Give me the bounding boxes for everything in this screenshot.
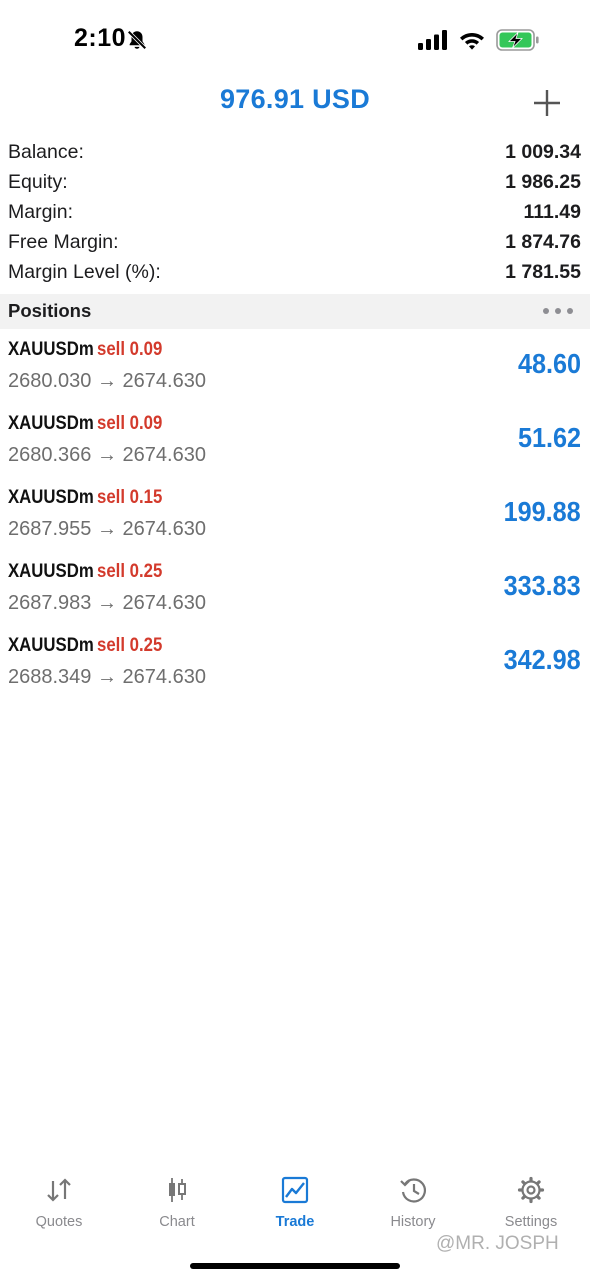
history-icon [400,1178,426,1203]
summary-label: Margin: [8,201,74,223]
position-row[interactable]: XAUUSDm sell 0.15 2687.955 → 2674.630 19… [0,478,590,552]
position-row[interactable]: XAUUSDm sell 0.09 2680.030 → 2674.630 48… [0,330,590,404]
tab-settings[interactable]: Settings [472,1168,590,1238]
summary-label: Margin Level (%): [8,261,161,283]
position-prices: 2680.030 → 2674.630 [8,370,206,392]
position-side: sell 0.09 [97,412,163,434]
summary-value: 1 986.25 [505,171,581,193]
tab-trade[interactable]: Trade [236,1168,354,1238]
summary-row-balance: Balance: 1 009.34 [0,137,590,167]
position-profit: 342.98 [503,644,581,675]
signal-icon [418,30,447,50]
tab-label: Quotes [35,1214,83,1230]
position-profit: 199.88 [503,496,581,527]
position-side: sell 0.25 [97,560,163,582]
position-prices: 2687.955 → 2674.630 [8,518,206,540]
tab-chart[interactable]: Chart [118,1168,236,1238]
bell-slash-icon [127,30,147,50]
wifi-icon [460,33,484,50]
positions-list: XAUUSDm sell 0.09 2680.030 → 2674.630 48… [0,330,590,700]
summary-value: 1 009.34 [505,141,581,163]
tab-label: Chart [159,1214,195,1230]
tab-label: Settings [504,1214,558,1230]
position-side: sell 0.15 [97,486,163,508]
position-side: sell 0.25 [97,634,163,656]
tab-quotes[interactable]: Quotes [0,1168,118,1238]
page-title: 976.91 USD [219,84,371,114]
summary-value: 1 781.55 [505,261,581,283]
add-order-button[interactable] [532,88,562,118]
position-profit: 48.60 [517,348,581,379]
position-profit: 333.83 [503,570,581,601]
position-side: sell 0.09 [97,338,163,360]
summary-row-free-margin: Free Margin: 1 874.76 [0,227,590,257]
position-symbol: XAUUSDm [8,634,94,656]
status-bar: 2:10 [0,0,590,80]
positions-section-header: Positions [0,294,590,329]
tab-history[interactable]: History [354,1168,472,1238]
positions-title: Positions [8,300,92,321]
quotes-icon [47,1178,71,1202]
more-options-icon[interactable] [542,304,574,318]
position-prices: 2688.349 → 2674.630 [8,666,206,688]
summary-label: Balance: [8,141,84,163]
summary-label: Free Margin: [8,231,119,253]
position-prices: 2680.366 → 2674.630 [8,444,206,466]
position-symbol: XAUUSDm [8,412,94,434]
position-profit: 51.62 [517,422,581,453]
tab-label: Trade [275,1214,315,1230]
trade-icon [281,1176,309,1204]
summary-row-margin: Margin: 111.49 [0,197,590,227]
position-symbol: XAUUSDm [8,338,94,360]
summary-row-margin-level: Margin Level (%): 1 781.55 [0,257,590,287]
tab-label: History [390,1214,436,1230]
position-symbol: XAUUSDm [8,560,94,582]
position-prices: 2687.983 → 2674.630 [8,592,206,614]
account-summary: Balance: 1 009.34 Equity: 1 986.25 Margi… [0,137,590,287]
watermark-text: @MR. JOSPH [436,1233,559,1254]
status-time: 2:10 [74,24,127,52]
summary-row-equity: Equity: 1 986.25 [0,167,590,197]
chart-icon [169,1178,186,1202]
summary-label: Equity: [8,171,68,193]
position-row[interactable]: XAUUSDm sell 0.25 2688.349 → 2674.630 34… [0,626,590,700]
position-row[interactable]: XAUUSDm sell 0.09 2680.366 → 2674.630 51… [0,404,590,478]
home-indicator[interactable] [190,1263,400,1269]
position-symbol: XAUUSDm [8,486,94,508]
summary-value: 111.49 [523,201,582,223]
battery-charging-icon [496,29,539,51]
tab-bar: Quotes Chart Trade History Settings [0,1168,590,1238]
position-row[interactable]: XAUUSDm sell 0.25 2687.983 → 2674.630 33… [0,552,590,626]
summary-value: 1 874.76 [505,231,581,253]
settings-icon [517,1176,545,1204]
